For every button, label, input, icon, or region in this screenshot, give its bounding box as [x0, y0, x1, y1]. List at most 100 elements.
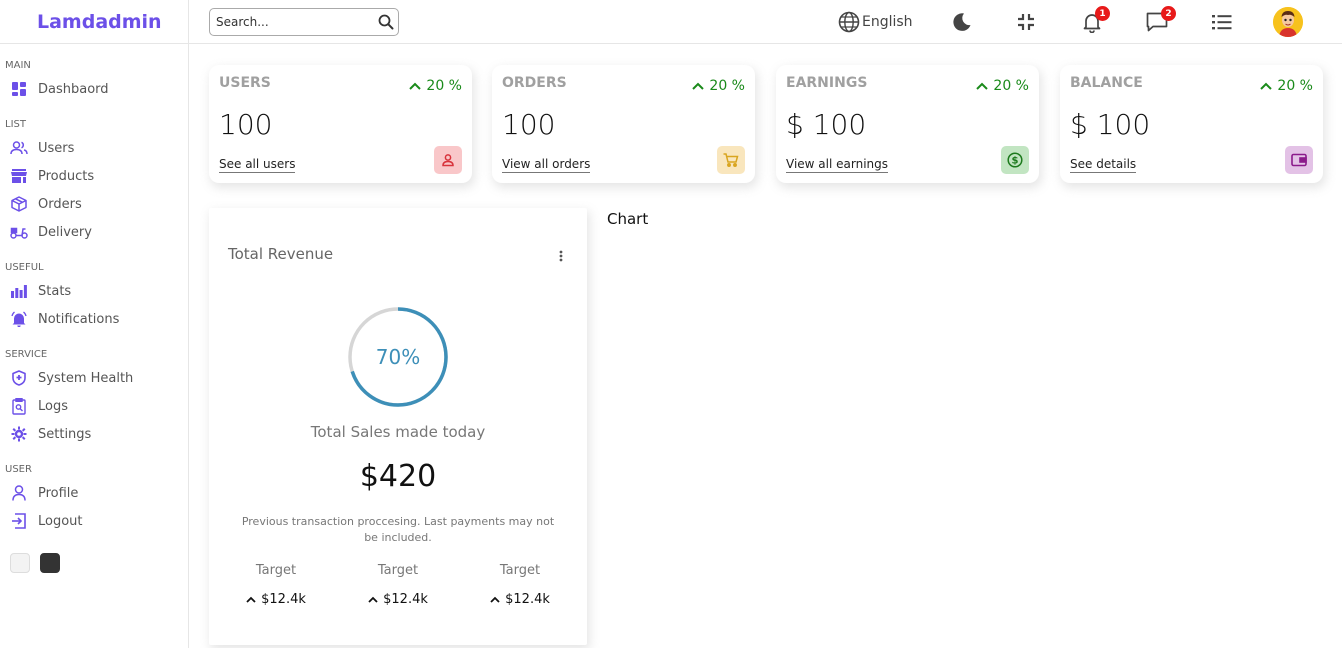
sidebar: Lamdadmin MAIN Dashbaord LIST Users Products…: [0, 0, 189, 648]
sidebar-item-delivery[interactable]: Delivery: [0, 218, 188, 246]
chevron-up-icon: [976, 82, 989, 90]
widget-percentage: 20 %: [1260, 78, 1313, 94]
target-value: $12.4k: [459, 592, 581, 607]
gear-icon: [10, 425, 28, 443]
wallet-icon[interactable]: [1285, 146, 1313, 174]
bell-icon: 1: [1081, 6, 1110, 33]
widget-link[interactable]: See details: [1070, 157, 1137, 173]
widget-percentage: 20 %: [409, 78, 462, 94]
target-item: Target $12.4k: [215, 563, 337, 607]
avatar: [1273, 7, 1303, 37]
widget-value: $ 100: [786, 108, 867, 141]
widget-users: USERS 20 % 100 See all users: [209, 65, 472, 183]
theme-swatches: [10, 553, 188, 573]
sidebar-item-settings[interactable]: Settings: [0, 420, 188, 448]
chevron-up-icon: [1260, 82, 1273, 90]
target-value-text: $12.4k: [505, 592, 550, 607]
sidebar-item-users[interactable]: Users: [0, 134, 188, 162]
dollar-icon[interactable]: $: [1001, 146, 1029, 174]
widget-title: BALANCE: [1070, 75, 1143, 91]
top-navbar: English 1 2: [189, 0, 1342, 44]
progress-label: 70%: [375, 345, 421, 369]
widget-percentage-text: 20 %: [1277, 78, 1313, 94]
widget-percentage-text: 20 %: [993, 78, 1029, 94]
language-selector[interactable]: English: [838, 7, 913, 37]
sidebar-section-title: SERVICE: [5, 349, 48, 360]
chat-icon: 2: [1145, 6, 1176, 33]
fullscreen-exit-icon: [1016, 12, 1036, 32]
fullscreen-exit-button[interactable]: [1016, 7, 1036, 37]
user-avatar-button[interactable]: [1273, 7, 1303, 37]
widget-value: 100: [502, 108, 556, 141]
widget-value: 100: [219, 108, 273, 141]
sidebar-item-label: Logs: [38, 398, 68, 414]
sidebar-item-system-health[interactable]: System Health: [0, 364, 188, 392]
language-label: English: [862, 14, 913, 30]
sidebar-item-orders[interactable]: Orders: [0, 190, 188, 218]
total-revenue-card: Total Revenue 70% Total Sales made today…: [209, 208, 587, 645]
widget-title: ORDERS: [502, 75, 567, 91]
chart-title: Chart: [607, 210, 649, 228]
featured-title: Total Revenue: [228, 245, 334, 263]
messages-button[interactable]: 2: [1145, 6, 1176, 37]
widget-percentage: 20 %: [976, 78, 1029, 94]
store-icon: [10, 167, 28, 185]
more-vert-icon[interactable]: [559, 247, 563, 266]
chevron-up-icon: [490, 596, 500, 603]
widget-orders: ORDERS 20 % 100 View all orders: [492, 65, 755, 183]
svg-text:$: $: [1012, 156, 1019, 167]
target-label: Target: [499, 563, 541, 578]
cart-icon[interactable]: [717, 146, 745, 174]
target-label: Target: [255, 563, 297, 578]
notifications-button[interactable]: 1: [1081, 6, 1110, 37]
sidebar-item-products[interactable]: Products: [0, 162, 188, 190]
widget-link[interactable]: View all earnings: [786, 157, 888, 173]
sidebar-item-profile[interactable]: Profile: [0, 479, 188, 507]
sidebar-section-title: USER: [5, 464, 32, 475]
sidebar-section-title: LIST: [5, 119, 26, 130]
sidebar-section-title: MAIN: [5, 60, 31, 71]
globe-icon: [838, 11, 860, 33]
bar-chart-icon: [10, 282, 28, 300]
sidebar-item-stats[interactable]: Stats: [0, 277, 188, 305]
scooter-icon: [10, 223, 28, 241]
widget-balance: BALANCE 20 % $ 100 See details: [1060, 65, 1323, 183]
widget-percentage-text: 20 %: [709, 78, 745, 94]
sidebar-item-dashbaord[interactable]: Dashbaord: [0, 75, 188, 103]
app-logo[interactable]: Lamdadmin: [37, 11, 162, 33]
featured-amount: $420: [359, 459, 437, 494]
target-label: Target: [377, 563, 419, 578]
target-value-text: $12.4k: [383, 592, 428, 607]
widget-title: EARNINGS: [786, 75, 868, 91]
dark-theme-swatch[interactable]: [40, 553, 60, 573]
featured-description: Previous transaction proccesing. Last pa…: [241, 515, 555, 544]
menu-list-button[interactable]: [1211, 7, 1233, 37]
list-icon: [1211, 12, 1233, 32]
logo-area: Lamdadmin: [0, 0, 188, 44]
target-value-text: $12.4k: [261, 592, 306, 607]
sidebar-item-logout[interactable]: Logout: [0, 507, 188, 535]
person-icon: [10, 484, 28, 502]
logout-icon: [10, 512, 28, 530]
shield-icon: [10, 369, 28, 387]
navbar-actions: English 1 2: [189, 0, 1342, 44]
sidebar-item-logs[interactable]: Logs: [0, 392, 188, 420]
sidebar-nav: MAIN Dashbaord LIST Users Products Orders Deli…: [0, 60, 188, 535]
dashboard-icon: [10, 80, 28, 98]
widget-link[interactable]: View all orders: [502, 157, 591, 173]
light-theme-swatch[interactable]: [10, 553, 30, 573]
sidebar-item-label: Dashbaord: [38, 81, 109, 97]
sidebar-item-notifications[interactable]: Notifications: [0, 305, 188, 333]
person-outline-icon[interactable]: [434, 146, 462, 174]
target-item: Target $12.4k: [337, 563, 459, 607]
sidebar-item-label: Delivery: [38, 224, 92, 240]
dark-mode-toggle[interactable]: [951, 7, 973, 37]
chevron-up-icon: [368, 596, 378, 603]
widget-title: USERS: [219, 75, 271, 91]
chevron-up-icon: [692, 82, 705, 90]
moon-icon: [951, 11, 973, 33]
clipboard-icon: [10, 397, 28, 415]
messages-badge: 2: [1161, 6, 1176, 21]
bell-icon: [10, 310, 28, 328]
widget-link[interactable]: See all users: [219, 157, 296, 173]
